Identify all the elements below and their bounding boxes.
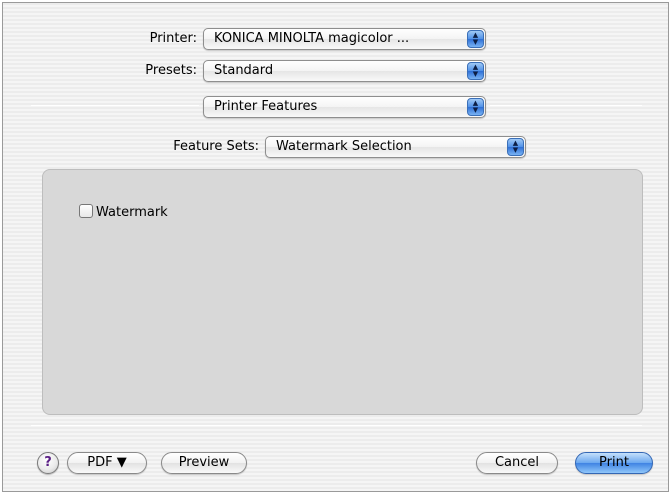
- separator-right: [490, 105, 642, 106]
- up-down-arrows-icon: ▲ ▼: [507, 138, 524, 156]
- feature-sets-popup[interactable]: Watermark Selection ▲ ▼: [265, 136, 526, 158]
- cancel-button[interactable]: Cancel: [476, 452, 558, 474]
- printer-popup-value: KONICA MINOLTA magicolor ...: [214, 31, 410, 46]
- watermark-option[interactable]: Watermark: [79, 204, 168, 222]
- help-icon[interactable]: ?: [37, 452, 59, 474]
- preview-button[interactable]: Preview: [161, 452, 247, 474]
- presets-popup[interactable]: Standard ▲ ▼: [203, 60, 486, 82]
- separator-left: [31, 105, 199, 106]
- feature-sets-popup-value: Watermark Selection: [276, 139, 412, 154]
- printer-popup[interactable]: KONICA MINOLTA magicolor ... ▲ ▼: [203, 28, 486, 50]
- printer-label: Printer:: [149, 31, 197, 46]
- footer-separator: [31, 425, 642, 426]
- checkbox-icon[interactable]: [79, 204, 93, 218]
- up-down-arrows-icon: ▲ ▼: [467, 62, 484, 80]
- feature-sets-label: Feature Sets:: [173, 139, 259, 154]
- presets-label: Presets:: [145, 63, 197, 78]
- print-dialog: Printer: KONICA MINOLTA magicolor ... ▲ ▼…: [2, 2, 669, 492]
- panel-selector-popup[interactable]: Printer Features ▲ ▼: [203, 96, 486, 118]
- presets-popup-value: Standard: [214, 63, 274, 78]
- panel-selector-value: Printer Features: [214, 99, 318, 114]
- pdf-button[interactable]: PDF ▼: [67, 452, 147, 474]
- print-button[interactable]: Print: [575, 452, 653, 474]
- up-down-arrows-icon: ▲ ▼: [467, 30, 484, 48]
- up-down-arrows-icon: ▲ ▼: [467, 98, 484, 116]
- watermark-label: Watermark: [96, 205, 168, 220]
